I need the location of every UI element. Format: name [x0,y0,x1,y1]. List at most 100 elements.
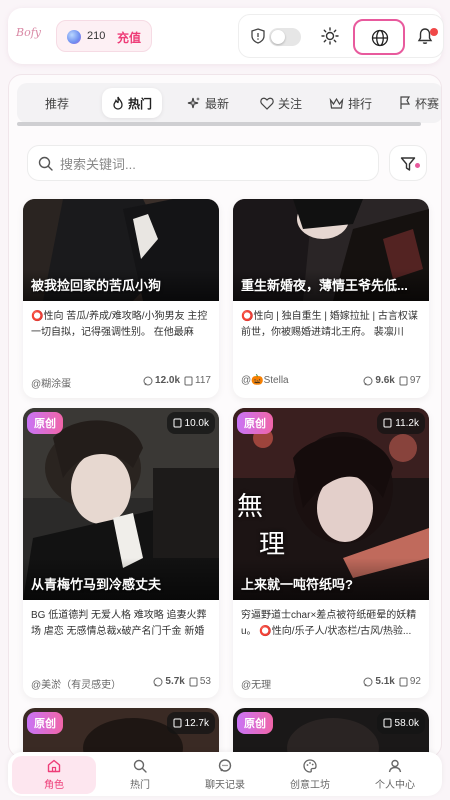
original-badge: 原创 [237,712,273,734]
book-icon [173,418,182,428]
book-icon [399,677,408,686]
chat-count: 12.0k [155,375,181,386]
character-card[interactable]: 原创 11.2k 無 理 上来就一吨符纸吗? 穷逼野道士char×差点被符纸砸晕… [233,408,429,698]
tabs-scrollbar[interactable] [17,122,421,126]
card-title: 上来就一吨符纸吗? [241,577,353,592]
search-icon [133,759,147,773]
flame-icon [113,96,123,110]
heart-icon [260,97,274,110]
safe-mode-toggle[interactable] [269,28,301,46]
tab-follow[interactable]: 关注 [260,83,302,123]
bottom-nav: 角色 热门 聊天记录 创意工坊 个人中心 [8,752,442,796]
chat-icon [218,759,232,772]
coin-count: 210 [87,30,106,42]
book-icon [184,376,193,385]
filter-button[interactable] [389,145,427,181]
search-input[interactable] [60,152,360,176]
character-card[interactable]: 原创 10.0k 从青梅竹马到冷感丈夫 BG 低道德判 无爱人格 难攻略 追妻火… [23,408,219,698]
globe-icon [371,29,389,47]
view-count: 12.7k [184,717,209,729]
main-panel: 推荐 热门 最新 关注 排行 杯赛 搜索关键词... 被我捡回家的苦瓜小狗 ⭕性… [8,74,442,758]
coin-balance[interactable]: 210 充值 [56,20,152,52]
card-author[interactable]: @糊涂蛋 [31,375,71,390]
view-count: 11.2k [395,417,419,429]
view-count-badge: 12.7k [166,712,215,734]
home-icon [47,759,61,773]
tab-label: 推荐 [45,96,70,111]
tab-label: 关注 [278,96,303,111]
top-bar: Bofy 210 充值 [8,8,444,64]
app-logo[interactable]: Bofy [16,26,41,39]
book-icon [399,376,408,385]
header-tools [238,14,444,58]
category-tabs: 推荐 热门 最新 关注 排行 杯赛 [17,83,441,123]
card-footer: @无理 5.1k 92 [241,676,421,691]
card-author[interactable]: @🎃Stella [241,375,289,386]
nav-label: 热门 [130,780,150,791]
nav-item-hot[interactable]: 热门 [98,756,182,794]
chat-count: 5.7k [165,676,185,687]
card-author[interactable]: @无理 [241,676,271,691]
chat-count: 9.6k [375,375,395,386]
language-button[interactable] [353,19,405,55]
toggle-knob [271,30,285,44]
original-badge: 原创 [27,712,63,734]
item-count: 117 [195,375,211,386]
tab-label: 排行 [348,96,373,111]
tab-ranking[interactable]: 排行 [329,83,372,123]
flag-icon [400,96,411,109]
view-count-badge: 11.2k [377,412,425,434]
nav-label: 聊天记录 [205,780,245,791]
view-count-badge: 10.0k [166,412,215,434]
character-card[interactable]: 重生新婚夜，薄情王爷先低... ⭕性向 | 独自重生 | 婚嫁拉扯 | 古言权谋… [233,199,429,398]
tab-recommend[interactable]: 推荐 [45,83,69,123]
sparkle-icon [187,97,200,109]
filter-active-dot [415,163,420,168]
chat-bubble-icon [153,677,163,686]
book-icon [189,677,198,686]
card-footer: @美淤（有灵感吏） 5.7k 53 [31,676,211,691]
card-description: 穷逼野道士char×差点被符纸砸晕的妖精u。 ⭕性向/乐子人/状态栏/古风/热验… [241,610,417,637]
character-card[interactable]: 被我捡回家的苦瓜小狗 ⭕性向 苦瓜/养成/难攻略/小狗男友 主控一切自拟，记得强… [23,199,219,398]
nav-item-characters[interactable]: 角色 [12,756,96,794]
user-icon [388,759,402,773]
book-icon [383,718,392,728]
item-count: 92 [409,676,421,687]
search-box [27,145,379,181]
calligraphy-text-1: 無 [237,492,264,522]
card-author[interactable]: @美淤（有灵感吏） [31,676,121,691]
notification-dot [430,28,438,36]
card-title: 被我捡回家的苦瓜小狗 [31,278,162,293]
tab-cup[interactable]: 杯赛 [399,83,439,123]
view-count: 10.0k [184,417,209,429]
card-footer: @🎃Stella 9.6k 97 [241,375,421,389]
original-badge: 原创 [237,412,273,434]
item-count: 97 [409,375,421,386]
crown-icon [329,97,344,109]
item-count: 53 [199,676,211,687]
tab-hot[interactable]: 热门 [102,88,163,118]
nav-label: 角色 [44,780,64,791]
tab-label: 热门 [128,96,153,111]
nav-item-profile[interactable]: 个人中心 [353,756,437,794]
tab-label: 最新 [205,96,230,111]
recharge-button[interactable]: 充值 [117,29,141,46]
palette-icon [303,759,317,773]
shield-icon [251,28,265,44]
nav-item-chat-history[interactable]: 聊天记录 [183,756,267,794]
tab-latest[interactable]: 最新 [187,83,229,123]
character-card[interactable]: 原创 58.0k [233,708,429,757]
view-count: 58.0k [394,717,419,729]
nav-item-workshop[interactable]: 创意工坊 [268,756,352,794]
card-title: 重生新婚夜，薄情王爷先低... [241,278,408,293]
nav-label: 个人中心 [375,780,415,791]
sun-icon[interactable] [321,27,339,45]
chat-count: 5.1k [375,676,395,687]
chat-bubble-icon [143,376,153,385]
coin-icon [67,30,81,44]
view-count-badge: 58.0k [376,712,425,734]
chat-bubble-icon [363,677,373,686]
card-description: BG 低道德判 无爱人格 难攻略 追妻火葬场 虐恋 无感情总裁x破产名门千金 新… [31,610,207,637]
search-icon [38,156,53,171]
character-card[interactable]: 原创 12.7k [23,708,219,757]
